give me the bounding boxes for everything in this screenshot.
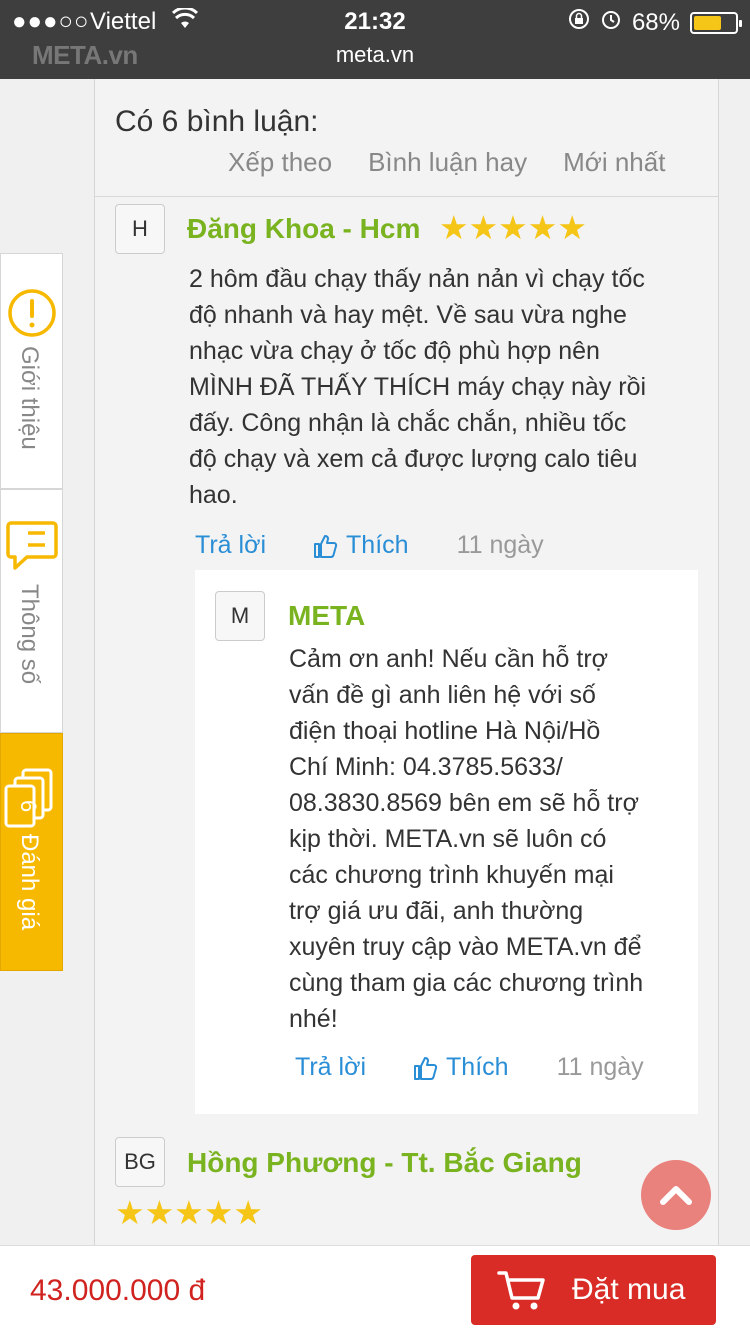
buy-label: Đặt mua bbox=[572, 1273, 686, 1306]
battery-icon bbox=[690, 11, 742, 34]
comment-line: hao. bbox=[189, 481, 238, 509]
scroll-to-top-button[interactable] bbox=[641, 1160, 711, 1230]
review-icon bbox=[4, 768, 53, 828]
comment-line: độ chạy và xem cả được lượng calo tiêu bbox=[189, 445, 638, 473]
reply-line: vấn đề gì anh liên hệ với số bbox=[289, 681, 596, 709]
rotation-lock-icon bbox=[568, 8, 590, 37]
comment-time: 11 ngày bbox=[456, 531, 544, 559]
like-button[interactable]: Thích bbox=[312, 531, 409, 560]
rating-stars: ★★★★★ bbox=[115, 1194, 263, 1231]
status-right: 68% bbox=[568, 8, 742, 37]
reply-link[interactable]: Trả lời bbox=[295, 1053, 366, 1082]
tab-label: Giới thiệu bbox=[16, 346, 43, 450]
reply-line: Cảm ơn anh! Nếu cần hỗ trợ bbox=[289, 645, 609, 673]
tab-intro[interactable]: Giới thiệu bbox=[0, 253, 63, 489]
comment-line: đấy. Công nhận là chắc chắn, nhiều tốc bbox=[189, 409, 627, 437]
comment-line: độ nhanh và hay mệt. Về sau vừa nghe bbox=[189, 301, 627, 329]
sort-bar: Xếp theo Bình luận hay Mới nhất bbox=[228, 147, 665, 178]
comment-count-title: Có 6 bình luận: bbox=[115, 105, 319, 138]
tab-label: Thông số bbox=[16, 584, 43, 685]
comment-line: MÌNH ĐÃ THẤY THÍCH máy chạy này rồi bbox=[189, 373, 647, 401]
rating-stars: ★★★★★ bbox=[439, 209, 587, 246]
chevron-up-icon bbox=[660, 1186, 692, 1205]
reply-card: M META Cảm ơn anh! Nếu cần hỗ trợ vấn đề… bbox=[195, 570, 698, 1114]
reply-body: Cảm ơn anh! Nếu cần hỗ trợ vấn đề gì anh… bbox=[289, 641, 643, 1037]
cart-icon bbox=[497, 1271, 545, 1310]
battery-percent: 68% bbox=[631, 8, 680, 36]
comment-line: 2 hôm đầu chạy thấy nản nản vì chạy tốc bbox=[189, 265, 645, 293]
like-label: Thích bbox=[446, 1053, 509, 1081]
reply-author: META bbox=[288, 600, 366, 631]
reply-line: xuyên truy cập vào META.vn để bbox=[289, 933, 642, 961]
battery-fill bbox=[694, 15, 721, 30]
tab-reviews[interactable]: 6 Đánh giá bbox=[0, 733, 63, 971]
reply-time: 11 ngày bbox=[556, 1053, 644, 1081]
sort-label: Xếp theo bbox=[228, 147, 333, 177]
reply-link[interactable]: Trả lời bbox=[195, 531, 266, 560]
address-bar[interactable]: meta.vn bbox=[0, 42, 750, 68]
thumbs-up-icon bbox=[314, 534, 338, 558]
divider bbox=[95, 196, 718, 197]
reply-line: cùng tham gia các chương trình bbox=[289, 969, 644, 997]
review-count-badge: 6 bbox=[16, 800, 41, 813]
buy-button[interactable]: Đặt mua bbox=[471, 1255, 716, 1325]
bottom-bar: 43.000.000 đ Đặt mua bbox=[0, 1245, 750, 1334]
alarm-icon bbox=[600, 8, 622, 37]
comment-author: Đăng Khoa - Hcm bbox=[187, 213, 421, 244]
avatar: BG bbox=[115, 1137, 165, 1187]
sort-option-best[interactable]: Bình luận hay bbox=[368, 147, 527, 178]
status-bar: ●●●○○ Viettel 21:32 68% bbox=[0, 6, 750, 36]
avatar: H bbox=[115, 204, 165, 254]
like-label: Thích bbox=[346, 531, 409, 559]
side-tab-bar: Giới thiệu Thông số 6 Đánh giá bbox=[0, 253, 63, 971]
comment-line: nhạc vừa chạy ở tốc độ phù hợp nên bbox=[189, 337, 600, 365]
thumbs-up-icon bbox=[414, 1056, 438, 1080]
reply-actions: Trả lời Thích 11 ngày bbox=[295, 1053, 644, 1082]
info-icon bbox=[8, 289, 56, 337]
tab-label: Đánh giá bbox=[16, 834, 43, 931]
reply-line: các chương trình khuyến mại bbox=[289, 861, 614, 889]
reply-line: Chí Minh: 04.3785.5633/ bbox=[289, 753, 563, 781]
like-button[interactable]: Thích bbox=[412, 1053, 509, 1082]
reply-line: nhé! bbox=[289, 1005, 338, 1033]
comment-author: Hồng Phương - Tt. Bắc Giang bbox=[187, 1147, 582, 1178]
product-price: 43.000.000 đ bbox=[30, 1274, 206, 1307]
comment-actions: Trả lời Thích 11 ngày bbox=[195, 531, 544, 560]
comment-body: 2 hôm đầu chạy thấy nản nản vì chạy tốc … bbox=[189, 261, 646, 513]
reply-line: 08.3830.8569 bên em sẽ hỗ trợ bbox=[289, 789, 639, 817]
reply-line: trợ giá ưu đãi, anh thường bbox=[289, 897, 584, 925]
avatar: M bbox=[215, 591, 265, 641]
tab-specs[interactable]: Thông số bbox=[0, 489, 63, 733]
specs-icon bbox=[6, 521, 58, 570]
comments-panel: Có 6 bình luận: Xếp theo Bình luận hay M… bbox=[94, 79, 719, 1245]
reply-line: kịp thời. META.vn sẽ luôn có bbox=[289, 825, 607, 853]
reply-line: điện thoại hotline Hà Nội/Hồ bbox=[289, 717, 601, 745]
sort-option-newest[interactable]: Mới nhất bbox=[563, 147, 665, 178]
top-bar: ●●●○○ Viettel 21:32 68% META.vn meta.vn bbox=[0, 0, 750, 79]
